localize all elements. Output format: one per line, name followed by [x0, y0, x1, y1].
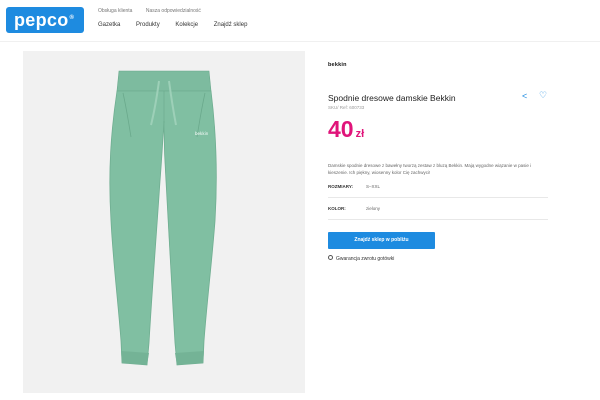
brand-logo[interactable]: bekkin [328, 62, 347, 68]
utility-links: Obsługa klienta Nasza odpowiedzialność [98, 8, 213, 14]
logo-text: pepco [14, 10, 69, 30]
pepco-logo[interactable]: pepco® [6, 7, 84, 33]
attribute-sizes: ROZMIARY: S–XXL [328, 184, 548, 198]
heart-icon[interactable]: ♡ [539, 90, 547, 101]
find-store-button[interactable]: Znajdź sklep w pobliżu [328, 232, 435, 249]
attribute-value: S–XXL [366, 184, 381, 189]
attribute-value: zielony [366, 206, 381, 211]
nav-item-gazetka[interactable]: Gazetka [98, 22, 120, 28]
price-currency: zł [355, 128, 365, 140]
share-icon[interactable]: < [522, 91, 527, 101]
attribute-label: KOLOR: [328, 206, 346, 211]
nav-item-produkty[interactable]: Produkty [136, 22, 160, 28]
money-back-guarantee: Gwarancja zwrotu gotówki [328, 255, 395, 262]
attribute-label: ROZMIARY: [328, 184, 353, 189]
price-value: 40 [328, 116, 354, 142]
attribute-color: KOLOR: zielony [328, 206, 548, 220]
pants-illustration: bekkin [109, 70, 217, 366]
link-responsibility[interactable]: Nasza odpowiedzialność [146, 8, 201, 14]
radio-icon [328, 255, 333, 261]
product-image[interactable]: bekkin [23, 51, 305, 393]
product-title: Spodnie dresowe damskie Bekkin [328, 93, 456, 103]
main-nav: Gazetka Produkty Kolekcje Znajdź sklep [98, 22, 261, 28]
registered-mark: ® [69, 15, 75, 21]
guarantee-text: Gwarancja zwrotu gotówki [336, 256, 395, 262]
nav-item-find-store[interactable]: Znajdź sklep [214, 22, 248, 28]
product-price: 40 zł [328, 116, 364, 143]
product-description: Damskie spodnie dresowe z bawełny tworzą… [328, 163, 532, 175]
site-header: pepco® Obsługa klienta Nasza odpowiedzia… [0, 0, 600, 42]
nav-item-kolekcje[interactable]: Kolekcje [175, 22, 198, 28]
link-customer-service[interactable]: Obsługa klienta [98, 8, 132, 14]
garment-print: bekkin [195, 131, 209, 136]
product-sku: SKU/ Ref: 600733 [328, 105, 365, 110]
